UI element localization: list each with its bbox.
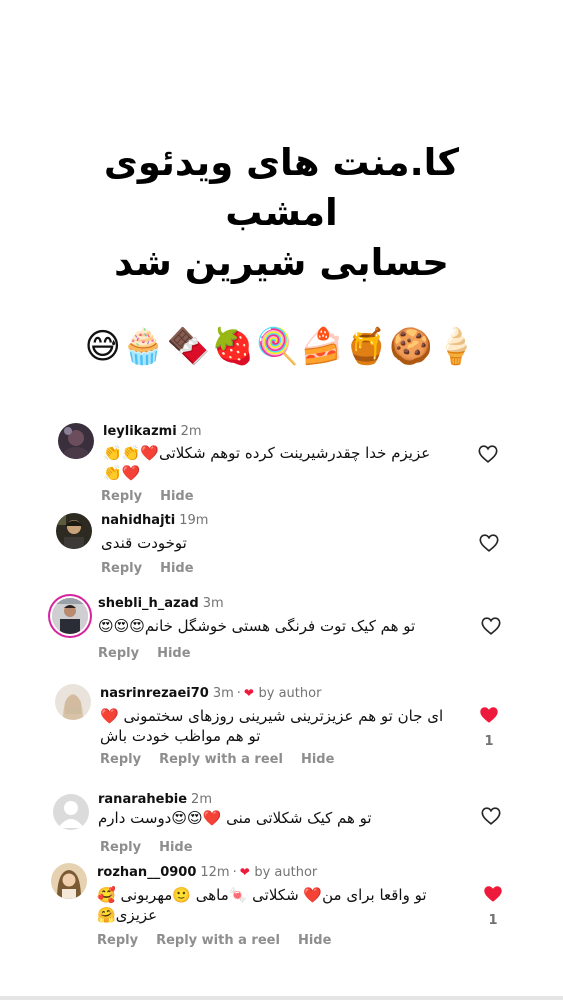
bottom-divider	[0, 996, 563, 1000]
hide-button[interactable]: Hide	[298, 933, 331, 948]
hide-button[interactable]: Hide	[159, 840, 192, 855]
comment-username[interactable]: nasrinrezaei70 3m · ❤ by author	[100, 686, 321, 701]
author-heart-icon: ❤	[239, 865, 250, 879]
comment-username[interactable]: rozhan__0900 12m · ❤ by author	[97, 865, 317, 880]
comment-time: 12m	[200, 865, 230, 880]
comment-actions: Reply Hide	[100, 840, 211, 855]
comment-text: تو هم کیک توت فرنگی هستی خوشگل خانم😍😍😍	[98, 616, 415, 636]
username-link[interactable]: leylikazmi	[103, 424, 177, 439]
comment-text: تو هم کیک شکلاتی منی ❤️😍😍دوست دارم	[98, 808, 372, 828]
reply-button[interactable]: Reply	[98, 646, 139, 661]
comment-actions: Reply Reply with a reel Hide	[97, 933, 349, 948]
title-line-1: کا.منت های ویدئوی	[103, 141, 460, 184]
title-line-3: حسابی شیرین شد	[114, 241, 449, 284]
comment-time: 19m	[179, 513, 209, 528]
like-count: 1	[488, 913, 498, 928]
comment-text-line: تو هم مواظب خودت باش	[100, 727, 261, 745]
like-count: 1	[484, 734, 494, 749]
comment-text: تو واقعا برای من❤️ شکلاتی 🍬ماهی 🙂مهربونی…	[97, 885, 427, 925]
heart-outline-icon[interactable]	[480, 805, 502, 827]
username-link[interactable]: nahidhajti	[101, 513, 175, 528]
username-link[interactable]: ranarahebie	[98, 792, 187, 807]
comment-actions: Reply Hide	[98, 646, 209, 661]
comment-time: 3m	[202, 596, 224, 611]
username-link[interactable]: rozhan__0900	[97, 865, 196, 880]
comment-username[interactable]: nahidhajti 19m	[101, 513, 208, 528]
author-heart-icon: ❤	[243, 686, 254, 700]
separator-dot: ·	[232, 865, 237, 880]
reply-button[interactable]: Reply	[100, 840, 141, 855]
comment-text-line: عزیزم خدا چقدرشیرینت کرده توهم شکلاتی❤️👏…	[103, 444, 431, 462]
separator-dot: ·	[236, 686, 241, 701]
comment-text-line: عزیزی🤗	[97, 906, 158, 924]
reply-button[interactable]: Reply	[101, 561, 142, 576]
avatar[interactable]	[52, 598, 88, 634]
comment-actions: Reply Hide	[101, 489, 212, 504]
comment-text-line: تو هم کیک شکلاتی منی ❤️😍😍دوست دارم	[98, 809, 372, 827]
comment-time: 3m	[212, 686, 234, 701]
heart-filled-icon[interactable]	[478, 704, 500, 726]
liked-by-author-label: by author	[258, 686, 322, 701]
comment-time: 2m	[180, 424, 202, 439]
hide-button[interactable]: Hide	[157, 646, 190, 661]
comment-text: توخودت قندی	[101, 533, 187, 553]
comment-actions: Reply Reply with a reel Hide	[100, 752, 352, 767]
avatar[interactable]	[56, 513, 92, 549]
comment-time: 2m	[191, 792, 212, 807]
comment-username[interactable]: leylikazmi 2m	[103, 424, 202, 439]
avatar[interactable]	[53, 794, 89, 830]
reply-button[interactable]: Reply	[100, 752, 141, 767]
comment-actions: Reply Hide	[101, 561, 212, 576]
heart-outline-icon[interactable]	[480, 615, 502, 637]
reply-with-reel-button[interactable]: Reply with a reel	[159, 752, 283, 767]
comment-text: عزیزم خدا چقدرشیرینت کرده توهم شکلاتی❤️👏…	[103, 443, 430, 483]
username-link[interactable]: shebli_h_azad	[98, 596, 199, 611]
comment-text-line: توخودت قندی	[101, 534, 187, 552]
hide-button[interactable]: Hide	[301, 752, 334, 767]
dessert-emoji-row: 😅🧁🍫🍓🍭🍰🍯🍪🍦	[84, 327, 479, 367]
heart-outline-icon[interactable]	[477, 443, 499, 465]
hide-button[interactable]: Hide	[160, 561, 193, 576]
comment-username[interactable]: shebli_h_azad 3m	[98, 596, 224, 611]
comment-text-line: تو هم کیک توت فرنگی هستی خوشگل خانم😍😍😍	[98, 617, 416, 635]
reply-with-reel-button[interactable]: Reply with a reel	[156, 933, 280, 948]
video-caption-title: کا.منت های ویدئوی امشب حسابی شیرین شد	[0, 138, 563, 288]
liked-by-author-label: by author	[254, 865, 318, 880]
comment-text-line: ای جان تو هم عزیزترینی شیرینی روزهای سخت…	[100, 707, 444, 725]
reply-button[interactable]: Reply	[97, 933, 138, 948]
heart-outline-icon[interactable]	[478, 532, 500, 554]
avatar[interactable]	[58, 423, 94, 459]
comment-username[interactable]: ranarahebie 2m	[98, 792, 212, 807]
username-link[interactable]: nasrinrezaei70	[100, 686, 209, 701]
comment-text-line: تو واقعا برای من❤️ شکلاتی 🍬ماهی 🙂مهربونی…	[97, 886, 427, 904]
avatar[interactable]	[51, 863, 87, 899]
heart-filled-icon[interactable]	[482, 883, 504, 905]
title-line-2: امشب	[225, 191, 338, 234]
hide-button[interactable]: Hide	[160, 489, 193, 504]
reply-button[interactable]: Reply	[101, 489, 142, 504]
comment-text: ای جان تو هم عزیزترینی شیرینی روزهای سخت…	[100, 706, 443, 746]
avatar[interactable]	[55, 684, 91, 720]
comment-text-line: ❤️👏	[103, 464, 141, 482]
